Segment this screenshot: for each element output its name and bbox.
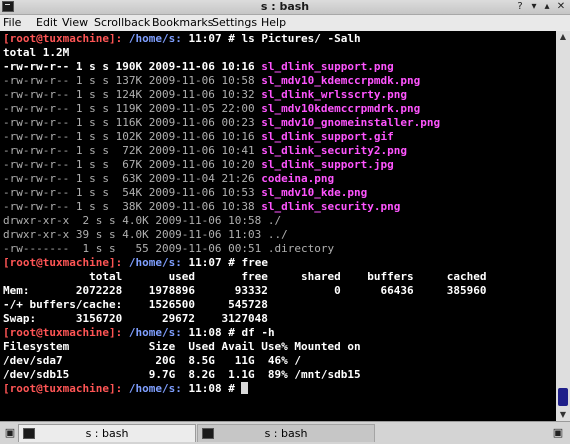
terminal-icon[interactable]: [2, 1, 14, 12]
scroll-down-arrow[interactable]: ▼: [556, 409, 570, 421]
text-cursor: [241, 382, 249, 394]
prompt-line: [root@tuxmachine]: /home/s: 11:07 # ls P…: [3, 32, 361, 45]
prompt-line: [root@tuxmachine]: /home/s: 11:08 # df -…: [3, 326, 275, 339]
file-entry: -rw-rw-r-- 1 s s 190K 2009-11-06 10:16 s…: [3, 60, 394, 73]
tab-bar: ▣ s : bash s : bash ▣: [0, 421, 570, 444]
file-entry: -rw-rw-r-- 1 s s 63K 2009-11-04 21:26 co…: [3, 172, 335, 185]
free-buffers-row: -/+ buffers/cache: 1526500 545728: [3, 298, 268, 311]
menu-edit[interactable]: Edit: [36, 15, 57, 31]
menu-file[interactable]: File: [3, 15, 21, 31]
new-tab-icon[interactable]: ▣: [3, 426, 17, 440]
file-entry: -rw-rw-r-- 1 s s 54K 2009-11-06 10:53 sl…: [3, 186, 368, 199]
terminal-output[interactable]: [root@tuxmachine]: /home/s: 11:07 # ls P…: [0, 31, 556, 421]
menu-view[interactable]: View: [62, 15, 88, 31]
file-entry: -rw------- 1 s s 55 2009-11-06 00:51 .di…: [3, 242, 335, 255]
free-swap-row: Swap: 3156720 29672 3127048: [3, 312, 268, 325]
scrollbar[interactable]: ▲ ▼: [556, 31, 570, 421]
minimize-button[interactable]: ▾: [528, 1, 540, 13]
tab-label: s : bash: [264, 427, 308, 440]
menu-settings[interactable]: Settings: [212, 15, 257, 31]
konsole-window: s : bash ? ▾ ▴ ✕ File Edit View Scrollba…: [0, 0, 570, 444]
ls-total: total 1.2M: [3, 46, 70, 59]
free-mem-row: Mem: 2072228 1978896 93332 0 66436 38596…: [3, 284, 487, 297]
maximize-button[interactable]: ▴: [541, 1, 553, 13]
scrollbar-thumb[interactable]: [558, 388, 568, 406]
df-row: /dev/sda7 20G 8.5G 11G 46% /: [3, 354, 302, 367]
file-entry: -rw-rw-r-- 1 s s 67K 2009-11-06 10:20 sl…: [3, 158, 394, 171]
file-entry: -rw-rw-r-- 1 s s 124K 2009-11-06 10:32 s…: [3, 88, 407, 101]
prompt-line-current: [root@tuxmachine]: /home/s: 11:08 #: [3, 382, 249, 396]
scroll-up-arrow[interactable]: ▲: [556, 31, 570, 43]
df-header: Filesystem Size Used Avail Use% Mounted …: [3, 340, 361, 353]
df-row: /dev/sdb15 9.7G 8.2G 1.1G 89% /mnt/sdb15: [3, 368, 361, 381]
file-entry: drwxr-xr-x 39 s s 4.0K 2009-11-06 11:03 …: [3, 228, 288, 241]
window-title: s : bash: [260, 0, 310, 13]
tab-session-2[interactable]: s : bash: [197, 424, 375, 442]
close-button[interactable]: ✕: [555, 1, 567, 13]
file-entry: -rw-rw-r-- 1 s s 137K 2009-11-06 10:58 s…: [3, 74, 421, 87]
file-entry: drwxr-xr-x 2 s s 4.0K 2009-11-06 10:58 .…: [3, 214, 282, 227]
menu-bar: File Edit View Scrollback Bookmarks Sett…: [0, 15, 570, 31]
file-entry: -rw-rw-r-- 1 s s 116K 2009-11-06 00:23 s…: [3, 116, 441, 129]
file-entry: -rw-rw-r-- 1 s s 38K 2009-11-06 10:38 sl…: [3, 200, 401, 213]
help-button[interactable]: ?: [514, 1, 526, 13]
prompt-line: [root@tuxmachine]: /home/s: 11:07 # free: [3, 256, 268, 269]
menu-help[interactable]: Help: [261, 15, 286, 31]
file-entry: -rw-rw-r-- 1 s s 102K 2009-11-06 10:16 s…: [3, 130, 394, 143]
close-tab-icon[interactable]: ▣: [551, 426, 565, 440]
title-bar[interactable]: s : bash ? ▾ ▴ ✕: [0, 0, 570, 15]
menu-bookmarks[interactable]: Bookmarks: [152, 15, 213, 31]
tab-session-1[interactable]: s : bash: [18, 424, 196, 442]
tab-label: s : bash: [85, 427, 129, 440]
file-entry: -rw-rw-r-- 1 s s 72K 2009-11-06 10:41 sl…: [3, 144, 407, 157]
file-entry: -rw-rw-r-- 1 s s 119K 2009-11-05 22:00 s…: [3, 102, 421, 115]
menu-scrollback[interactable]: Scrollback: [94, 15, 150, 31]
free-header: total used free shared buffers cached: [3, 270, 487, 283]
